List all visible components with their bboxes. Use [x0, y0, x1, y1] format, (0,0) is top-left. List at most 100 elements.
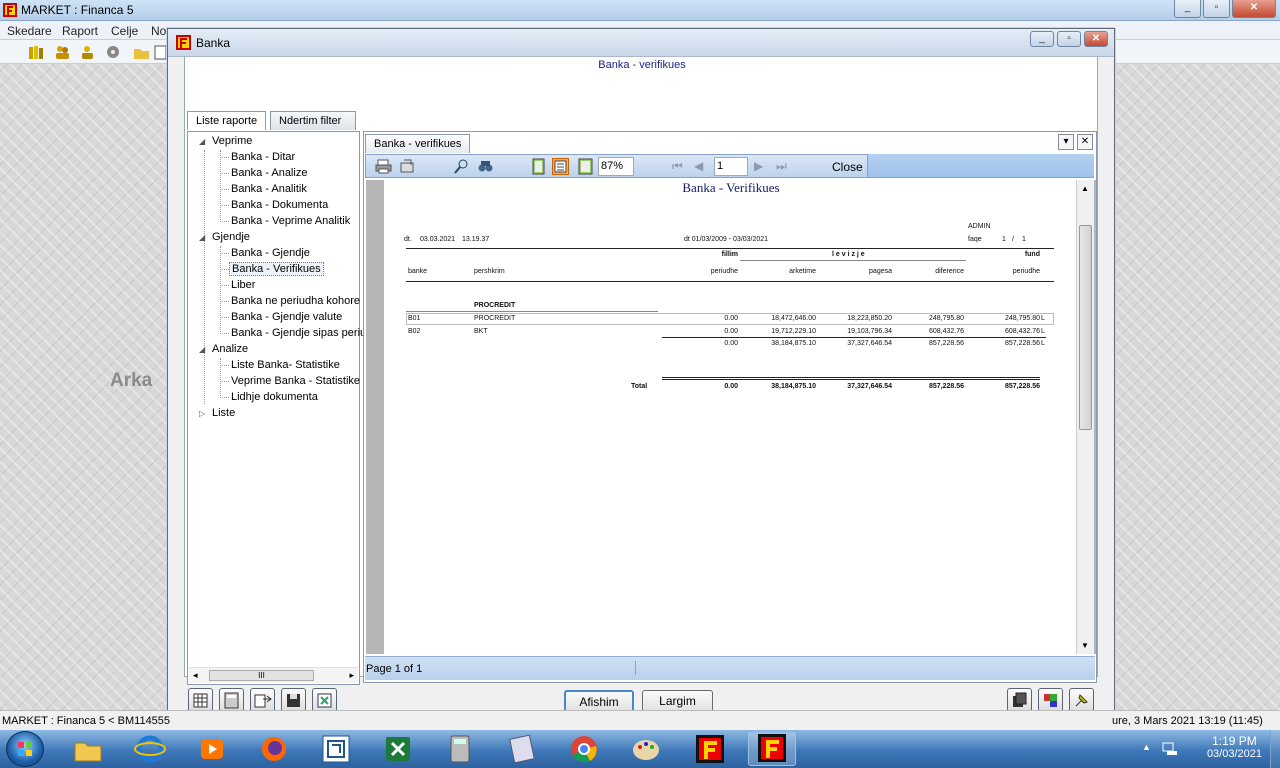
- last-page-icon[interactable]: ⏭: [776, 159, 787, 174]
- report-user: ADMIN: [968, 223, 991, 230]
- show-desktop-button[interactable]: [1270, 730, 1280, 768]
- first-page-icon[interactable]: ⏮: [672, 159, 683, 174]
- excel-icon[interactable]: [382, 733, 414, 765]
- preview-close-button[interactable]: Close: [832, 160, 863, 174]
- banka-window: Banka _ ▫ ✕ Banka - verifikues Liste rap…: [167, 28, 1115, 728]
- collapse-icon[interactable]: ◢: [199, 345, 205, 354]
- start-button[interactable]: [6, 731, 44, 767]
- previous-page-icon[interactable]: ◀: [694, 159, 703, 173]
- menu-no[interactable]: No: [151, 24, 166, 38]
- scroll-left-icon[interactable]: ◂: [193, 670, 198, 681]
- menu-raport[interactable]: Raport: [62, 24, 98, 38]
- total-fund: 857,228.56: [1004, 383, 1040, 390]
- toolbar-books-icon[interactable]: [28, 44, 45, 61]
- app-maze-icon[interactable]: [320, 733, 352, 765]
- page-number-input[interactable]: 1: [714, 157, 748, 176]
- export-icon[interactable]: [399, 158, 416, 175]
- tree-item[interactable]: Banka - Veprime Analitik: [231, 215, 350, 227]
- maximize-button[interactable]: ▫: [1203, 0, 1230, 18]
- app-status-right: ure, 3 Mars 2021 13:19 (11:45): [1112, 715, 1263, 727]
- expand-icon[interactable]: ▷: [199, 409, 205, 418]
- arka-background-label: Arka: [110, 370, 153, 391]
- financa-taskbar-icon[interactable]: [694, 733, 726, 765]
- clock[interactable]: 1:19 PM 03/03/2021: [1207, 734, 1262, 760]
- toolbar-folder-icon[interactable]: [133, 44, 150, 61]
- row-arketime: 18,472,646.00: [771, 315, 816, 322]
- tray-expand-icon[interactable]: ▲: [1142, 742, 1151, 752]
- tree-group-liste[interactable]: Liste: [212, 407, 235, 419]
- toolbar-group-icon[interactable]: [79, 44, 96, 61]
- tab-ndertim-filter[interactable]: Ndertim filter: [270, 111, 356, 130]
- tree-item[interactable]: Liber: [231, 279, 255, 291]
- toolbar-people-icon[interactable]: [54, 44, 71, 61]
- tree-item[interactable]: Banka - Gjendje sipas periu: [231, 327, 366, 339]
- scroll-down-icon[interactable]: ▼: [1081, 641, 1089, 650]
- row-flag: L: [1041, 315, 1045, 322]
- tab-liste-raporte[interactable]: Liste raporte: [187, 111, 266, 130]
- tree-item[interactable]: Veprime Banka - Statistike: [231, 375, 360, 387]
- scroll-right-icon[interactable]: ▸: [349, 670, 354, 681]
- minimize-button[interactable]: _: [1174, 0, 1201, 18]
- tree-group-gjendje[interactable]: Gjendje: [212, 231, 250, 243]
- tree-group-analize[interactable]: Analize: [212, 343, 248, 355]
- tree-item[interactable]: Banka - Analitik: [231, 183, 307, 195]
- chrome-icon[interactable]: [568, 733, 600, 765]
- notes-icon[interactable]: [506, 733, 538, 765]
- subtotal-pagesa: 37,327,646.54: [847, 340, 892, 347]
- next-page-icon[interactable]: ▶: [754, 159, 763, 173]
- collapse-icon[interactable]: ◢: [199, 137, 205, 146]
- hdr-periudhe-fund: periudhe: [1012, 268, 1040, 275]
- banka-restore-button[interactable]: ▫: [1057, 31, 1081, 47]
- financa-app-icon: [3, 3, 17, 20]
- banka-minimize-button[interactable]: _: [1030, 31, 1054, 47]
- preview-scroll-thumb[interactable]: [1079, 225, 1092, 430]
- page-width-icon[interactable]: [552, 158, 569, 175]
- print-icon[interactable]: [375, 158, 392, 175]
- largim-button[interactable]: Largim: [642, 690, 713, 712]
- row-code: B02: [408, 328, 421, 335]
- report-preview-panel: Banka - verifikues ▾ ✕ 87% ⏮ ◀ 1 ▶ ⏭ Clo…: [363, 131, 1097, 683]
- tree-item[interactable]: Banka - Dokumenta: [231, 199, 328, 211]
- doc-tab[interactable]: Banka - verifikues: [365, 134, 471, 153]
- zoom-input[interactable]: 87%: [598, 157, 634, 176]
- tab-close-icon[interactable]: ✕: [1077, 134, 1093, 150]
- firefox-icon[interactable]: [258, 733, 290, 765]
- explorer-icon[interactable]: [72, 733, 104, 765]
- tree-item[interactable]: Banka - Analize: [231, 167, 307, 179]
- close-button[interactable]: ✕: [1232, 0, 1276, 18]
- collapse-icon[interactable]: ◢: [199, 233, 205, 242]
- toolbar-settings-icon[interactable]: [105, 44, 122, 61]
- tree-group-veprime[interactable]: Veprime: [212, 135, 252, 147]
- preview-toolbar: 87% ⏮ ◀ 1 ▶ ⏭ Close: [365, 154, 868, 178]
- network-icon[interactable]: [1162, 740, 1178, 759]
- search-icon[interactable]: [453, 158, 470, 175]
- scroll-up-icon[interactable]: ▲: [1081, 184, 1089, 193]
- tab-list-dropdown-icon[interactable]: ▾: [1058, 134, 1074, 150]
- whole-page-icon[interactable]: [577, 158, 594, 175]
- tree-horizontal-scrollbar[interactable]: ◂ III ▸: [189, 667, 358, 683]
- internet-explorer-icon[interactable]: [134, 733, 166, 765]
- tree-item[interactable]: Banka - Gjendje: [231, 247, 310, 259]
- financa-taskbar-active[interactable]: [748, 732, 796, 766]
- tree-item-selected[interactable]: Banka - Verifikues: [229, 262, 324, 276]
- media-player-icon[interactable]: [196, 733, 228, 765]
- single-page-icon[interactable]: [530, 158, 547, 175]
- afishim-button[interactable]: Afishim: [564, 690, 634, 712]
- tree-item[interactable]: Banka - Ditar: [231, 151, 295, 163]
- calculator-icon[interactable]: [444, 733, 476, 765]
- tree-item[interactable]: Banka - Gjendje valute: [231, 311, 342, 323]
- tree-item[interactable]: Banka ne periudha kohore: [231, 295, 360, 307]
- report-faqe-label: faqe: [968, 236, 982, 243]
- paint-icon[interactable]: [630, 733, 662, 765]
- banka-close-button[interactable]: ✕: [1084, 31, 1108, 47]
- tree-item[interactable]: Liste Banka- Statistike: [231, 359, 340, 371]
- preview-vertical-scrollbar[interactable]: ▲ ▼: [1076, 180, 1094, 654]
- menu-skedare[interactable]: Skedare: [7, 24, 52, 38]
- banka-app-icon: [176, 35, 191, 53]
- tree-item[interactable]: Lidhje dokumenta: [231, 391, 318, 403]
- banka-title-bar: Banka _ ▫ ✕: [168, 29, 1114, 57]
- find-binoculars-icon[interactable]: [477, 158, 494, 175]
- tree-hscroll-thumb[interactable]: III: [209, 670, 314, 681]
- menu-celje[interactable]: Celje: [111, 24, 138, 38]
- report-tree: ◢ Veprime Banka - Ditar Banka - Analize …: [187, 131, 366, 685]
